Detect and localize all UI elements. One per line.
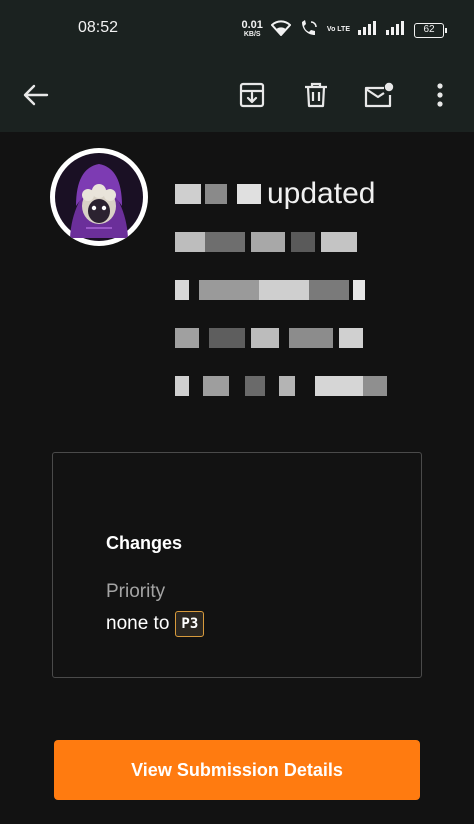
redacted-text <box>199 280 259 300</box>
headline-line-2 <box>175 218 435 266</box>
status-icons: 0.01 KB/S Vo LTE 62 <box>241 18 447 42</box>
signal-icon-2 <box>386 20 406 40</box>
redacted-text <box>175 232 205 252</box>
network-speed-unit: KB/S <box>243 31 261 38</box>
wifi-icon <box>270 19 292 41</box>
redacted-text <box>175 280 189 300</box>
archive-icon[interactable] <box>228 71 276 119</box>
headline-line-5 <box>175 362 435 410</box>
redacted-text <box>175 376 189 396</box>
mark-unread-icon[interactable] <box>355 71 403 119</box>
redacted-text <box>363 376 387 396</box>
trash-icon[interactable] <box>292 71 340 119</box>
redacted-text <box>251 232 285 252</box>
redacted-text <box>237 184 261 204</box>
email-toolbar <box>0 58 474 132</box>
redacted-text <box>339 328 363 348</box>
redacted-text <box>353 280 365 300</box>
redacted-text <box>175 328 199 348</box>
priority-badge: P3 <box>175 611 205 637</box>
sender-avatar <box>50 148 148 246</box>
view-submission-details-button[interactable]: View Submission Details <box>54 740 420 800</box>
change-prefix-text: none to <box>106 613 170 634</box>
status-bar: 08:52 0.01 KB/S Vo LTE 62 <box>0 0 474 58</box>
changes-card: Changes Priority none to P3 <box>52 452 422 678</box>
redacted-text <box>203 376 229 396</box>
change-value-line: none to P3 <box>106 611 205 637</box>
status-time: 08:52 <box>78 19 119 36</box>
redacted-text <box>289 328 333 348</box>
redacted-text <box>315 376 363 396</box>
signal-icon <box>358 20 378 40</box>
redacted-text <box>309 280 349 300</box>
network-speed-value: 0.01 <box>241 19 263 31</box>
redacted-text <box>259 280 309 300</box>
headline-line-1: updated <box>175 170 435 218</box>
wifi-calling-icon <box>299 19 319 42</box>
headline-line-3 <box>175 266 435 314</box>
redacted-text <box>209 328 245 348</box>
network-speed: 0.01 KB/S <box>241 19 263 39</box>
redacted-text <box>291 232 315 252</box>
redacted-text <box>279 376 295 396</box>
headline-updated-word: updated <box>267 177 376 210</box>
email-headline: updated <box>175 170 435 410</box>
headline-line-4 <box>175 314 435 362</box>
changes-title: Changes <box>106 533 183 553</box>
changed-field-name: Priority <box>106 581 166 602</box>
more-vertical-icon[interactable] <box>416 71 464 119</box>
battery-indicator: 62 <box>414 22 447 38</box>
redacted-text <box>205 232 245 252</box>
redacted-text <box>321 232 357 252</box>
redacted-text <box>251 328 279 348</box>
volte-label: Vo LTE <box>326 26 350 33</box>
redacted-text <box>245 376 265 396</box>
back-arrow-icon[interactable] <box>12 71 60 119</box>
redacted-text <box>205 184 227 204</box>
redacted-text <box>175 184 201 204</box>
